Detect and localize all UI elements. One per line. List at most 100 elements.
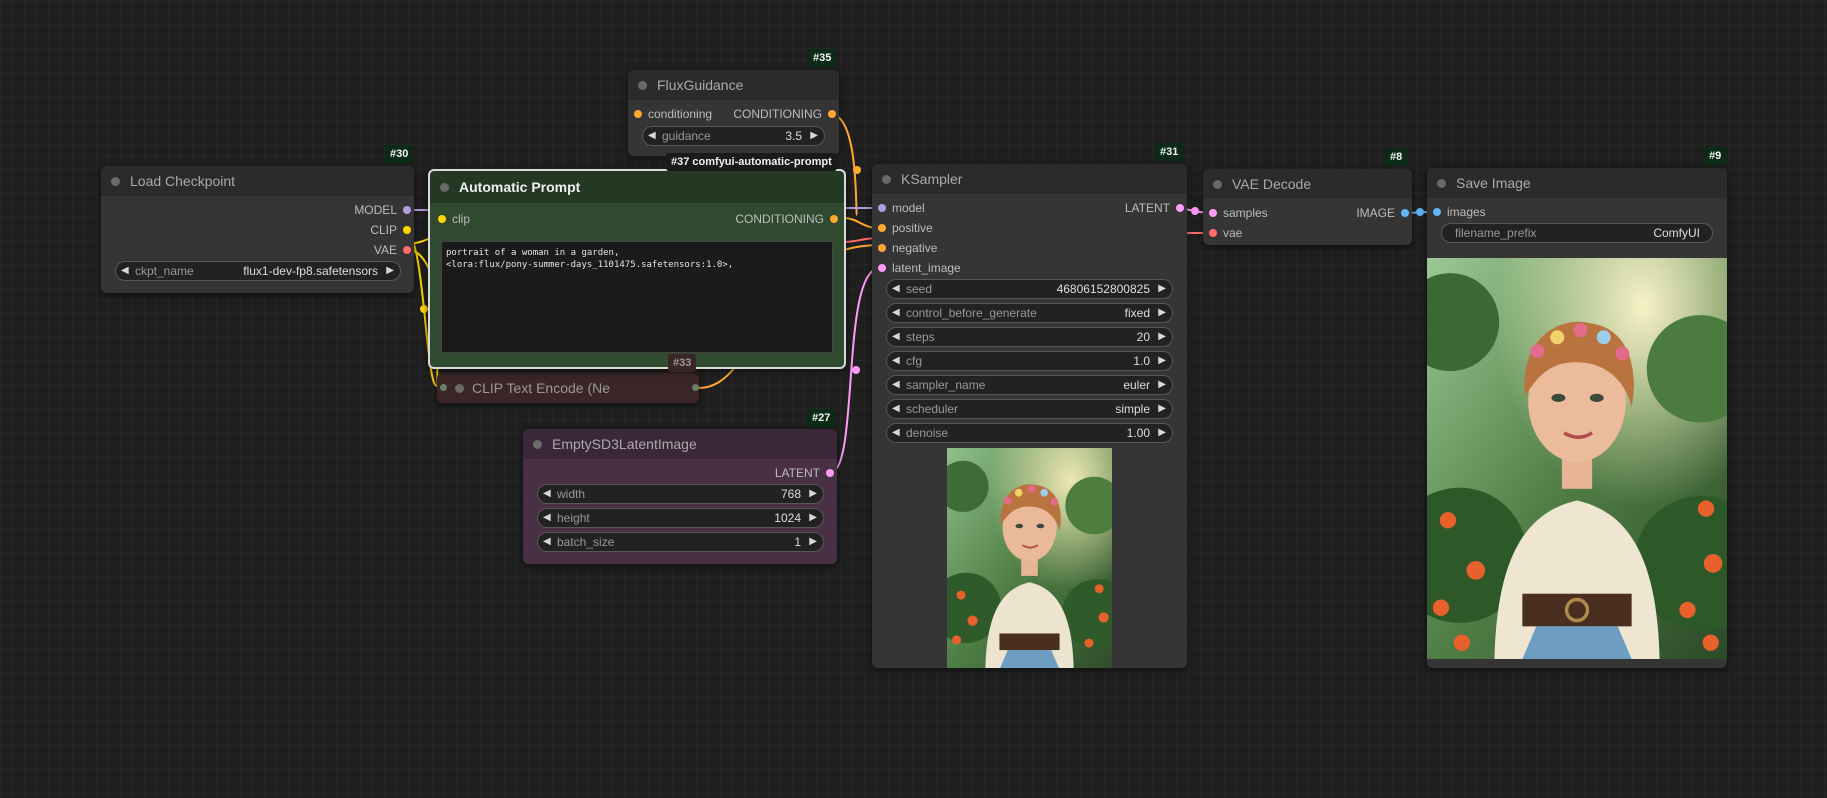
slot-dot-icon[interactable] <box>1209 229 1217 237</box>
slot-dot-icon[interactable] <box>403 226 411 234</box>
input-slot-vae[interactable]: vae <box>1209 225 1309 241</box>
output-slot-vae[interactable]: VAE <box>291 242 411 258</box>
increment-arrow-icon[interactable]: ▶ <box>809 485 817 503</box>
empty-latent-image-node[interactable]: EmptySD3LatentImage LATENT ◀ width 768 ▶… <box>523 429 837 564</box>
input-slot-clip[interactable]: clip <box>438 211 518 227</box>
filename-prefix-input[interactable]: filename_prefix ComfyUI <box>1441 223 1713 243</box>
width-number-widget[interactable]: ◀ width 768 ▶ <box>537 484 824 504</box>
slot-dot-icon[interactable] <box>878 264 886 272</box>
sampler-name-combo[interactable]: ◀ sampler_name euler ▶ <box>886 375 1173 395</box>
decrement-arrow-icon[interactable]: ◀ <box>543 533 551 551</box>
collapse-dot-icon[interactable] <box>882 175 891 184</box>
output-slot-image[interactable]: IMAGE <box>1319 205 1409 221</box>
input-slot-model[interactable]: model <box>878 200 998 216</box>
flux-guidance-node[interactable]: FluxGuidance conditioning CONDITIONING ◀… <box>628 70 839 156</box>
increment-arrow-icon[interactable]: ▶ <box>1158 280 1166 298</box>
slot-dot-icon[interactable] <box>1401 209 1409 217</box>
slot-dot-icon[interactable] <box>403 246 411 254</box>
slot-dot-icon[interactable] <box>830 215 838 223</box>
increment-arrow-icon[interactable]: ▶ <box>1158 352 1166 370</box>
input-slot-latent-image[interactable]: latent_image <box>878 260 998 276</box>
save-image-node[interactable]: Save Image images filename_prefix ComfyU… <box>1427 168 1727 668</box>
widget-name: batch_size <box>557 535 615 549</box>
increment-arrow-icon[interactable]: ▶ <box>386 262 394 280</box>
collapse-dot-icon[interactable] <box>455 384 464 393</box>
ksampler-node[interactable]: KSampler model positive negative latent_… <box>872 164 1187 668</box>
slot-dot-icon[interactable] <box>878 204 886 212</box>
increment-arrow-icon[interactable]: ▶ <box>809 533 817 551</box>
slot-dot-icon[interactable] <box>403 206 411 214</box>
increment-arrow-icon[interactable]: ▶ <box>1158 376 1166 394</box>
collapse-dot-icon[interactable] <box>533 440 542 449</box>
increment-arrow-icon[interactable]: ▶ <box>1158 400 1166 418</box>
decrement-arrow-icon[interactable]: ◀ <box>543 509 551 527</box>
slot-dot-icon[interactable] <box>1176 204 1184 212</box>
input-slot-images[interactable]: images <box>1433 204 1533 220</box>
increment-arrow-icon[interactable]: ▶ <box>1158 328 1166 346</box>
increment-arrow-icon[interactable]: ▶ <box>809 509 817 527</box>
increment-arrow-icon[interactable]: ▶ <box>1158 424 1166 442</box>
increment-arrow-icon[interactable]: ▶ <box>810 127 818 145</box>
collapse-dot-icon[interactable] <box>440 183 449 192</box>
node-title-bar[interactable]: KSampler <box>872 164 1187 194</box>
slot-dot-icon[interactable] <box>1209 209 1217 217</box>
slot-dot-icon[interactable] <box>828 110 836 118</box>
guidance-number-widget[interactable]: ◀ guidance 3.5 ▶ <box>642 126 825 146</box>
collapse-dot-icon[interactable] <box>638 81 647 90</box>
cfg-number-widget[interactable]: ◀ cfg 1.0 ▶ <box>886 351 1173 371</box>
decrement-arrow-icon[interactable]: ◀ <box>892 376 900 394</box>
output-slot-conditioning[interactable]: CONDITIONING <box>718 211 838 227</box>
batch-size-number-widget[interactable]: ◀ batch_size 1 ▶ <box>537 532 824 552</box>
node-title-bar[interactable]: FluxGuidance <box>628 70 839 100</box>
slot-dot-icon[interactable] <box>878 244 886 252</box>
node-title-bar[interactable]: Load Checkpoint <box>101 166 414 196</box>
increment-arrow-icon[interactable]: ▶ <box>1158 304 1166 322</box>
decrement-arrow-icon[interactable]: ◀ <box>892 400 900 418</box>
input-slot-positive[interactable]: positive <box>878 220 998 236</box>
decrement-arrow-icon[interactable]: ◀ <box>892 304 900 322</box>
node-title-bar[interactable]: EmptySD3LatentImage <box>523 429 837 459</box>
vae-decode-node[interactable]: VAE Decode samples vae IMAGE <box>1203 169 1412 245</box>
slot-dot-icon[interactable] <box>1433 208 1441 216</box>
decrement-arrow-icon[interactable]: ◀ <box>892 424 900 442</box>
prompt-textarea[interactable]: portrait of a woman in a garden, <lora:f… <box>441 241 833 353</box>
automatic-prompt-node[interactable]: Automatic Prompt clip CONDITIONING portr… <box>428 169 846 369</box>
slot-label: CONDITIONING <box>733 107 822 121</box>
output-slot-conditioning[interactable]: CONDITIONING <box>726 106 836 122</box>
input-slot-negative[interactable]: negative <box>878 240 998 256</box>
decrement-arrow-icon[interactable]: ◀ <box>121 262 129 280</box>
input-slot-conditioning[interactable]: conditioning <box>634 106 734 122</box>
collapse-dot-icon[interactable] <box>1437 179 1446 188</box>
node-title-bar[interactable]: Save Image <box>1427 168 1727 198</box>
collapse-dot-icon[interactable] <box>1213 180 1222 189</box>
clip-text-encode-node[interactable]: CLIP Text Encode (Ne <box>437 373 699 403</box>
node-title-bar[interactable]: VAE Decode <box>1203 169 1412 199</box>
output-dot-icon[interactable] <box>692 384 699 391</box>
decrement-arrow-icon[interactable]: ◀ <box>648 127 656 145</box>
ckpt-name-combo[interactable]: ◀ ckpt_name flux1-dev-fp8.safetensors ▶ <box>115 261 401 281</box>
input-dot-icon[interactable] <box>440 384 447 391</box>
output-slot-latent[interactable]: LATENT <box>1094 200 1184 216</box>
collapse-dot-icon[interactable] <box>111 177 120 186</box>
load-checkpoint-node[interactable]: Load Checkpoint MODEL CLIP VAE ◀ ckpt_na… <box>101 166 414 293</box>
control-before-generate-combo[interactable]: ◀ control_before_generate fixed ▶ <box>886 303 1173 323</box>
slot-dot-icon[interactable] <box>878 224 886 232</box>
input-slot-samples[interactable]: samples <box>1209 205 1309 221</box>
output-slot-clip[interactable]: CLIP <box>291 222 411 238</box>
scheduler-combo[interactable]: ◀ scheduler simple ▶ <box>886 399 1173 419</box>
decrement-arrow-icon[interactable]: ◀ <box>892 280 900 298</box>
decrement-arrow-icon[interactable]: ◀ <box>543 485 551 503</box>
slot-dot-icon[interactable] <box>438 215 446 223</box>
decrement-arrow-icon[interactable]: ◀ <box>892 328 900 346</box>
output-slot-latent[interactable]: LATENT <box>734 465 834 481</box>
denoise-number-widget[interactable]: ◀ denoise 1.00 ▶ <box>886 423 1173 443</box>
node-title-bar[interactable]: CLIP Text Encode (Ne <box>437 373 699 403</box>
steps-number-widget[interactable]: ◀ steps 20 ▶ <box>886 327 1173 347</box>
node-title-bar[interactable]: Automatic Prompt <box>430 171 844 203</box>
seed-number-widget[interactable]: ◀ seed 46806152800825 ▶ <box>886 279 1173 299</box>
output-slot-model[interactable]: MODEL <box>291 202 411 218</box>
height-number-widget[interactable]: ◀ height 1024 ▶ <box>537 508 824 528</box>
decrement-arrow-icon[interactable]: ◀ <box>892 352 900 370</box>
slot-dot-icon[interactable] <box>634 110 642 118</box>
slot-dot-icon[interactable] <box>826 469 834 477</box>
